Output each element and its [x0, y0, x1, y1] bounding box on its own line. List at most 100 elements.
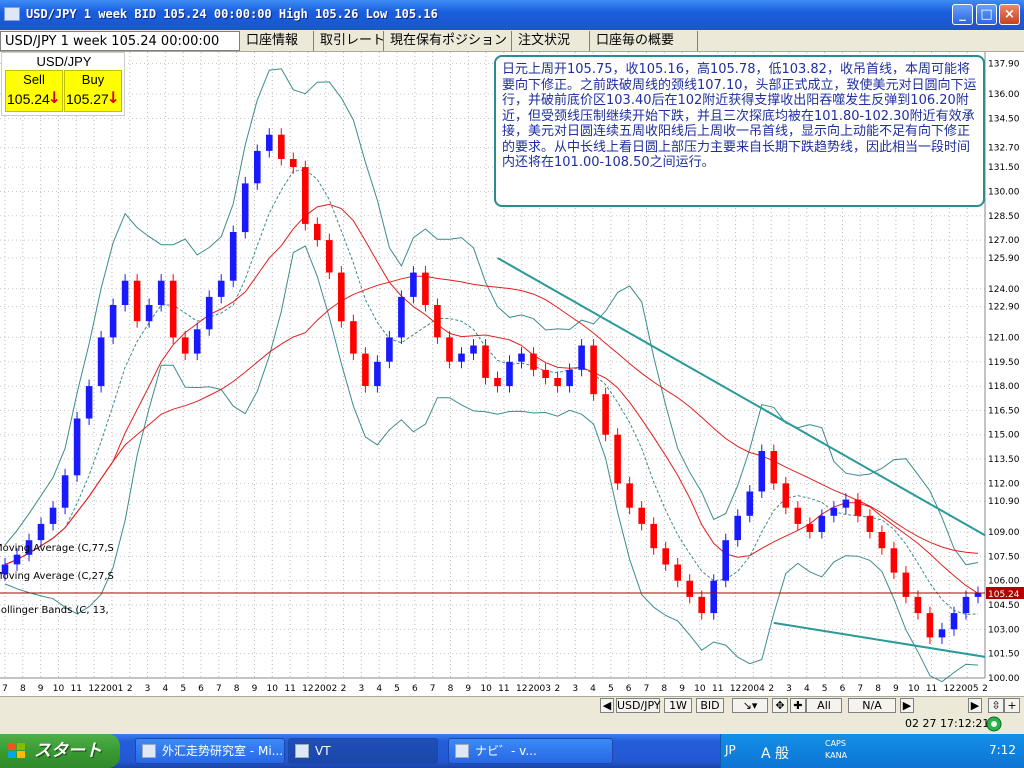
maximize-button[interactable]: □ [976, 4, 997, 25]
time-tick-label: 10 [480, 684, 492, 694]
title-bar[interactable]: USD/JPY 1 week BID 105.24 00:00:00 High … [0, 0, 1024, 30]
language-indicator[interactable]: JP [725, 743, 736, 757]
sell-value: 105.24 [7, 91, 50, 107]
windows-flag-icon [8, 743, 25, 758]
tab-bar: USD/JPY 1 week 105.24 00:00:00 口座情報 取引レー… [0, 30, 1024, 52]
task-button-browser[interactable]: 外汇走势研究室 - Mi... [135, 738, 285, 764]
time-tick-label: 11 [926, 684, 937, 694]
buy-button[interactable]: Buy 105.27 ↓ [64, 70, 122, 112]
time-tick-label: 8 [234, 684, 240, 694]
candle-body [205, 296, 213, 330]
sell-down-arrow-icon: ↓ [47, 88, 61, 107]
zoom-height-icon[interactable]: ⇳ [988, 698, 1004, 713]
minimize-button[interactable]: _ [952, 4, 973, 25]
candle-body [830, 507, 838, 516]
time-tick-label: 10 [53, 684, 65, 694]
indicator-legend: Moving Average (C,77,S [0, 543, 114, 554]
candle-body [698, 596, 705, 614]
scroll-left-button[interactable]: ◀ [600, 698, 614, 713]
task-label: 外汇走势研究室 - Mi... [162, 744, 284, 758]
price-tick-label: 128.50 [988, 212, 1020, 222]
clock[interactable]: 7:12 [989, 743, 1016, 757]
time-tick-label: 7 [2, 684, 8, 694]
candle-body [674, 564, 681, 581]
tab-chart[interactable]: USD/JPY 1 week 105.24 00:00:00 [0, 31, 240, 51]
candle-body [926, 613, 934, 638]
crosshair-icon[interactable]: ✚ [790, 698, 806, 713]
drag-icon[interactable]: ✥ [772, 698, 788, 713]
candle-body [13, 554, 21, 565]
candle-body [266, 134, 273, 151]
time-tick-label: 2003 [528, 684, 551, 694]
period-selector[interactable]: 1W [664, 698, 692, 713]
tab-account-summary[interactable]: 口座毎の概要 [592, 31, 698, 51]
status-datetime: 02 27 17:12:21 [905, 717, 990, 730]
time-tick-label: 3 [786, 684, 792, 694]
candle-body [494, 378, 501, 387]
symbol-selector[interactable]: USD/JPY [616, 698, 661, 713]
time-tick-label: 10 [694, 684, 706, 694]
candle-body [350, 321, 357, 354]
candle-body [157, 280, 165, 305]
price-tick-label: 125.90 [988, 254, 1020, 264]
caps-indicator: CAPS [825, 739, 846, 748]
time-tick-label: 6 [840, 684, 846, 694]
na-field[interactable]: N/A [848, 698, 896, 713]
time-tick-label: 5 [180, 684, 186, 694]
app-icon[interactable] [4, 7, 20, 21]
time-tick-label: 12 [516, 684, 527, 694]
price-tick-label: 112.00 [988, 479, 1020, 489]
candle-body [121, 280, 129, 305]
scroll-end-button[interactable]: ▶ [968, 698, 982, 713]
candle-body [193, 329, 201, 354]
candle-body [770, 451, 778, 484]
close-button[interactable]: × [999, 4, 1020, 25]
time-tick-label: 2005 [956, 684, 979, 694]
task-button-navi[interactable]: ナビ゛- v... [448, 738, 613, 764]
tab-positions[interactable]: 現在保有ポジション [386, 31, 512, 51]
price-tick-label: 137.90 [988, 59, 1020, 69]
ime-indicator[interactable]: A 般 [761, 743, 789, 763]
scroll-right-button[interactable]: ▶ [900, 698, 914, 713]
zoom-in-icon[interactable]: + [1004, 698, 1020, 713]
time-tick-label: 11 [71, 684, 82, 694]
range-all-button[interactable]: All [806, 698, 842, 713]
candle-body [638, 507, 645, 524]
analysis-comment: 日元上周开105.75，收105.16，高105.78，低103.82，收吊首线… [494, 55, 985, 207]
draw-tool-button[interactable]: ↘▾ [732, 698, 768, 713]
candle-body [422, 272, 429, 305]
candle-body [734, 515, 741, 541]
candle-body [542, 369, 549, 378]
price-tick-label: 118.00 [988, 382, 1020, 392]
bid-ask-selector[interactable]: BID [696, 698, 724, 713]
price-tick-label: 130.00 [988, 187, 1020, 197]
candle-body [914, 596, 922, 614]
candle-body [842, 499, 850, 508]
sell-button[interactable]: Sell 105.24 ↓ [5, 70, 63, 112]
tab-account-info[interactable]: 口座情報 [242, 31, 314, 51]
start-button[interactable]: スタート [0, 734, 120, 768]
time-tick-label: 12 [730, 684, 741, 694]
candle-body [554, 378, 561, 387]
candle-body [602, 394, 609, 435]
candle-body [37, 523, 45, 541]
taskbar: スタート 外汇走势研究室 - Mi... VT ナビ゛- v... JP A 般… [0, 734, 1024, 768]
time-tick-label: 9 [465, 684, 471, 694]
task-button-vt[interactable]: VT [288, 738, 438, 764]
tab-orders[interactable]: 注文状況 [514, 31, 590, 51]
price-tick-label: 113.50 [988, 455, 1020, 465]
price-tick-label: 106.00 [988, 577, 1020, 587]
candle-body [278, 134, 285, 159]
time-tick-label: 9 [679, 684, 685, 694]
price-tick-label: 131.50 [988, 163, 1020, 173]
candle-body [217, 280, 225, 297]
kana-indicator: KANA [825, 751, 848, 760]
tab-trade-rate[interactable]: 取引レート [316, 31, 385, 51]
moving-average-short-line [4, 203, 979, 594]
browser-icon [142, 744, 156, 758]
time-tick-label: 8 [661, 684, 667, 694]
window-title: USD/JPY 1 week BID 105.24 00:00:00 High … [26, 7, 438, 21]
time-tick-label: 2 [768, 684, 774, 694]
time-tick-label: 6 [626, 684, 632, 694]
price-tick-label: 104.50 [988, 601, 1020, 611]
